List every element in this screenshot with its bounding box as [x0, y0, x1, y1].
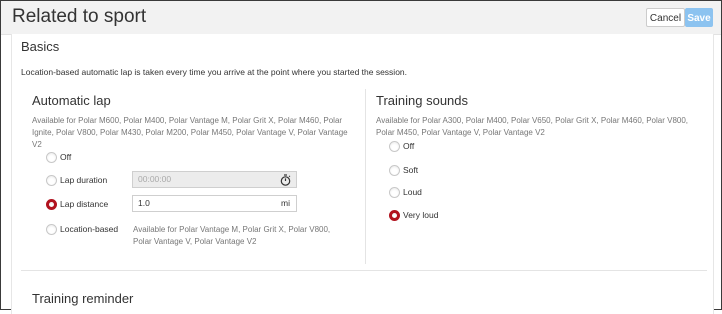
- radio-lap-distance[interactable]: [46, 199, 57, 210]
- training-sounds-title: Training sounds: [376, 93, 469, 108]
- settings-panel: Basics Location-based automatic lap is t…: [11, 34, 714, 314]
- sound-off-label: Off: [403, 141, 415, 151]
- automatic-lap-availability: Available for Polar M600, Polar M400, Po…: [32, 116, 348, 149]
- section-title-basics: Basics: [21, 39, 60, 54]
- radio-sound-loud[interactable]: [389, 187, 400, 198]
- sound-soft-label: Soft: [403, 165, 419, 175]
- training-sounds-availability: Available for Polar A300, Polar M400, Po…: [376, 116, 689, 137]
- lap-distance-label: Lap distance: [60, 199, 109, 209]
- lap-location-label: Location-based: [60, 224, 119, 234]
- lap-distance-value: 1.0: [138, 198, 150, 208]
- page-title: Related to sport: [12, 6, 147, 27]
- header-bar: Related to sport Cancel Save: [1, 1, 721, 35]
- lap-duration-label: Lap duration: [60, 175, 108, 185]
- cancel-button[interactable]: Cancel: [646, 8, 685, 27]
- lap-duration-input[interactable]: 00:00:00: [132, 171, 297, 188]
- lap-distance-input[interactable]: 1.0 mi: [132, 195, 297, 212]
- sound-loud-label: Loud: [403, 187, 422, 197]
- lap-duration-value: 00:00:00: [138, 174, 172, 184]
- sound-very-loud-label: Very loud: [403, 210, 439, 220]
- radio-lap-off[interactable]: [46, 152, 57, 163]
- radio-sound-off[interactable]: [389, 141, 400, 152]
- lap-distance-unit: mi: [281, 198, 290, 208]
- stopwatch-icon[interactable]: [280, 174, 291, 186]
- column-divider: [365, 89, 366, 264]
- save-button[interactable]: Save: [685, 8, 713, 27]
- location-lap-info: Location-based automatic lap is taken ev…: [21, 67, 408, 77]
- section-divider: [21, 270, 707, 271]
- radio-lap-location[interactable]: [46, 224, 57, 235]
- training-reminder-title: Training reminder: [32, 291, 134, 306]
- lap-off-label: Off: [60, 152, 72, 162]
- radio-sound-soft[interactable]: [389, 165, 400, 176]
- radio-sound-very-loud[interactable]: [389, 210, 400, 221]
- location-based-availability: Available for Polar Vantage M, Polar Gri…: [133, 225, 331, 246]
- radio-lap-duration[interactable]: [46, 175, 57, 186]
- automatic-lap-title: Automatic lap: [32, 93, 111, 108]
